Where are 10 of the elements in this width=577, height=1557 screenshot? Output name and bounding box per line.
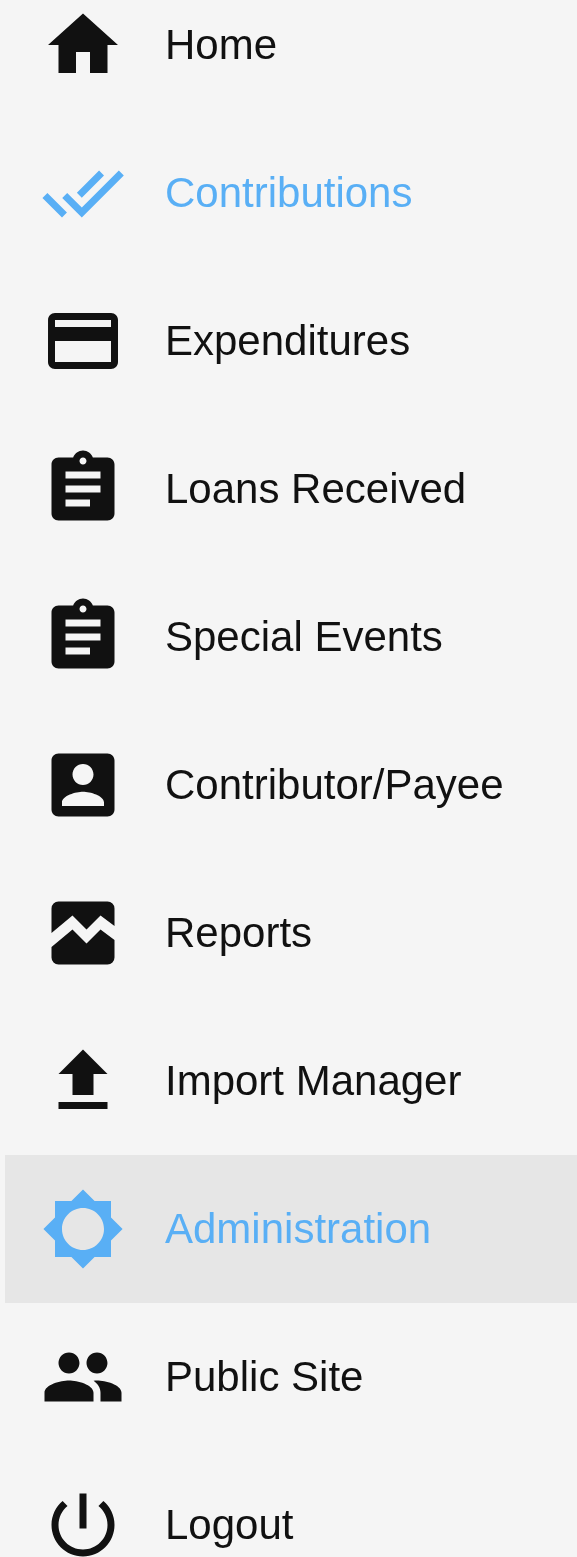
nav-item[interactable]: Contributor/Payee [5,711,577,859]
sun-icon [41,1187,125,1271]
nav-item[interactable]: Public Site [5,1303,577,1451]
nav-item[interactable]: Home [5,0,577,119]
nav-item[interactable]: Import Manager [5,1007,577,1155]
nav-item[interactable]: Logout [5,1451,577,1557]
nav-item[interactable]: Loans Received [5,415,577,563]
nav-item[interactable]: Special Events [5,563,577,711]
nav-item[interactable]: Expenditures [5,267,577,415]
nav-item[interactable]: Reports [5,859,577,1007]
